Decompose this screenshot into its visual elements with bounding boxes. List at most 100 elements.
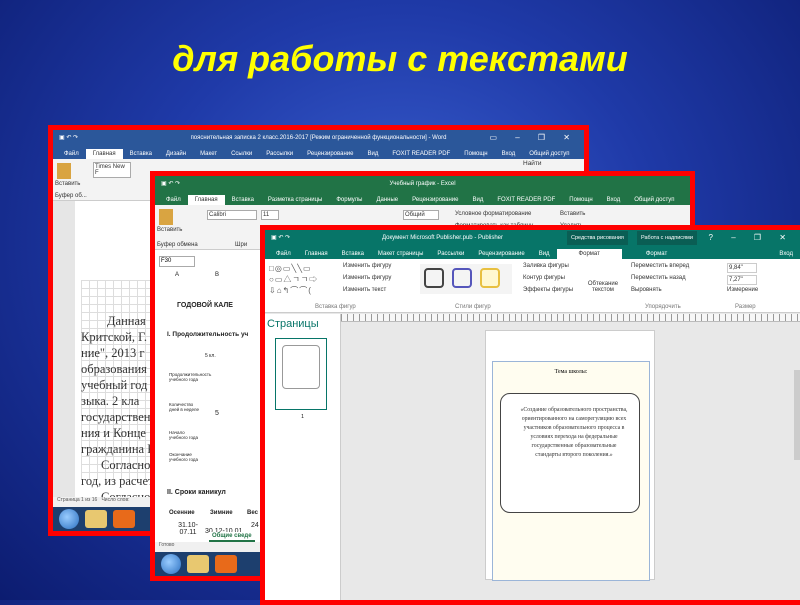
shape-effects-button[interactable]: Эффекты фигуры xyxy=(523,287,573,293)
font-size-select[interactable]: 11 xyxy=(261,210,279,220)
find-button[interactable]: Найти xyxy=(523,160,542,167)
paste-button[interactable]: Вставить xyxy=(157,227,182,233)
tab-review[interactable]: Рецензирование xyxy=(300,149,360,159)
tab-foxit[interactable]: FOXIT READER PDF xyxy=(385,149,457,159)
tell-me[interactable]: Помощн xyxy=(457,149,494,159)
change-shape-button[interactable]: Изменить фигуру xyxy=(343,263,391,269)
align-button[interactable]: Выровнять xyxy=(631,287,662,293)
font-select[interactable]: Times New F xyxy=(93,162,131,178)
font-select[interactable]: Calibri xyxy=(207,210,257,220)
tab-review[interactable]: Рецензирование xyxy=(405,195,465,205)
tab-view[interactable]: Вид xyxy=(360,149,385,159)
sign-in[interactable]: Вход xyxy=(495,149,523,159)
tab-file[interactable]: Файл xyxy=(269,249,298,259)
window-controls[interactable]: ▭ – ❐ ✕ xyxy=(489,133,578,142)
excel-tabs: Файл Главная Вставка Разметка страницы Ф… xyxy=(155,191,690,205)
tab-view[interactable]: Вид xyxy=(532,249,557,259)
tab-mailings[interactable]: Рассылки xyxy=(430,249,471,259)
start-button[interactable] xyxy=(59,509,79,529)
row-label: Начало учебного года xyxy=(169,430,198,440)
cell-value[interactable]: 5 xyxy=(215,410,219,417)
height-input[interactable]: 9,84" xyxy=(727,263,757,273)
publisher-window-frame: ▣ ↶ ↷ Документ Microsoft Publisher.pub -… xyxy=(260,225,800,605)
page-thumbnail[interactable] xyxy=(275,338,327,410)
spreadsheet-grid[interactable]: A B ГОДОВОЙ КАЛЕ I. Продолжительность уч… xyxy=(155,272,265,542)
tab-file[interactable]: Файл xyxy=(159,195,188,205)
tab-view[interactable]: Вид xyxy=(466,195,491,205)
style-swatch[interactable] xyxy=(480,268,500,288)
tab-insert[interactable]: Вставка xyxy=(225,195,261,205)
edit-points-button[interactable]: Изменить фигуру xyxy=(343,275,391,281)
tab-foxit[interactable]: FOXIT READER PDF xyxy=(490,195,562,205)
shape-outline-button[interactable]: Контур фигуры xyxy=(523,275,565,281)
column-header[interactable]: B xyxy=(215,272,219,278)
sheet-heading: ГОДОВОЙ КАЛЕ xyxy=(177,302,233,309)
window-controls[interactable]: ? – ❐ ✕ xyxy=(709,233,794,242)
section-heading: II. Сроки каникул xyxy=(167,489,226,496)
share-button[interactable]: Общий доступ xyxy=(522,149,576,159)
explorer-icon[interactable] xyxy=(85,510,107,528)
tab-file[interactable]: Файл xyxy=(57,149,86,159)
wrap-text-button[interactable]: Обтекание текстом xyxy=(587,281,619,293)
conditional-formatting-button[interactable]: Условное форматирование xyxy=(455,211,531,217)
tell-me[interactable]: Помощн xyxy=(562,195,599,205)
tab-home[interactable]: Главная xyxy=(298,249,335,259)
shape-fill-button[interactable]: Заливка фигуры xyxy=(523,263,569,269)
publication-page[interactable]: Тема школы: «Создание образовательного п… xyxy=(485,330,655,581)
tab-layout[interactable]: Макет xyxy=(193,149,224,159)
slide-title: для работы с текстами xyxy=(172,38,628,79)
row-label: Продолжительность учебного года xyxy=(169,372,212,382)
sheet-tab[interactable]: Общие сведе xyxy=(209,532,255,542)
shape-styles-gallery[interactable] xyxy=(420,264,512,294)
publisher-titlebar: ▣ ↶ ↷ Документ Microsoft Publisher.pub -… xyxy=(265,230,800,245)
scroll-text[interactable]: «Создание образовательного пространства,… xyxy=(501,394,639,460)
edit-text-button[interactable]: Изменить текст xyxy=(343,287,386,293)
tab-page-layout[interactable]: Разметка страницы xyxy=(261,195,329,205)
width-input[interactable]: 7,27" xyxy=(727,275,757,285)
tab-home[interactable]: Главная xyxy=(85,149,123,159)
tab-format-text[interactable]: Формат xyxy=(622,249,691,259)
insert-cells-button[interactable]: Вставить xyxy=(560,211,585,217)
bring-forward-button[interactable]: Переместить вперед xyxy=(631,263,689,269)
cell-value[interactable]: 24 xyxy=(251,522,259,529)
media-player-icon[interactable] xyxy=(113,510,135,528)
paste-icon[interactable] xyxy=(57,163,71,179)
tab-format-drawing[interactable]: Формат xyxy=(556,249,622,259)
theme-label: Тема школы: xyxy=(554,369,588,375)
send-backward-button[interactable]: Переместить назад xyxy=(631,275,686,281)
style-swatch[interactable] xyxy=(424,268,444,288)
column-label: 5 кл. xyxy=(205,353,216,359)
share-button[interactable]: Общий доступ xyxy=(627,195,681,205)
tab-formulas[interactable]: Формулы xyxy=(329,195,369,205)
media-player-icon[interactable] xyxy=(215,555,237,573)
tab-review[interactable]: Рецензирование xyxy=(471,249,531,259)
shapes-gallery[interactable]: □◎▭╲╲▭ ○▭△ㄱㄱ⇨ ⇩⌂↰⌒⌒( xyxy=(269,263,318,296)
scrollbar[interactable] xyxy=(794,370,800,460)
paste-button[interactable]: Вставить xyxy=(55,181,80,187)
tab-page-design[interactable]: Макет страницы xyxy=(371,249,430,259)
group-label: Стили фигур xyxy=(455,304,491,310)
style-swatch[interactable] xyxy=(452,268,472,288)
sign-in[interactable]: Вход xyxy=(600,195,628,205)
publisher-window: ▣ ↶ ↷ Документ Microsoft Publisher.pub -… xyxy=(265,230,800,600)
document-text[interactable]: Данная Критской, Г. ние", 2013 г образовани… xyxy=(81,313,154,505)
name-box[interactable]: F30 xyxy=(159,256,195,267)
measurement-button[interactable]: Измерение xyxy=(727,287,758,293)
tab-insert[interactable]: Вставка xyxy=(123,149,159,159)
tab-mailings[interactable]: Рассылки xyxy=(259,149,300,159)
number-format-select[interactable]: Общий xyxy=(403,210,439,220)
tab-insert[interactable]: Вставка xyxy=(335,249,371,259)
start-button[interactable] xyxy=(161,554,181,574)
context-drawing-tools: Средства рисования xyxy=(567,230,628,245)
tab-design[interactable]: Дизайн xyxy=(159,149,193,159)
cell-value[interactable]: 31.10-07.11 xyxy=(173,522,203,536)
explorer-icon[interactable] xyxy=(187,555,209,573)
tab-references[interactable]: Ссылки xyxy=(224,149,259,159)
column-header[interactable]: A xyxy=(175,272,179,278)
tab-data[interactable]: Данные xyxy=(369,195,405,205)
sign-in[interactable]: Вход xyxy=(772,249,800,259)
tab-home[interactable]: Главная xyxy=(187,195,225,205)
row-label: Количество дней в неделе xyxy=(169,402,200,412)
paste-icon[interactable] xyxy=(159,209,173,225)
scroll-shape[interactable]: «Создание образовательного пространства,… xyxy=(500,393,640,513)
